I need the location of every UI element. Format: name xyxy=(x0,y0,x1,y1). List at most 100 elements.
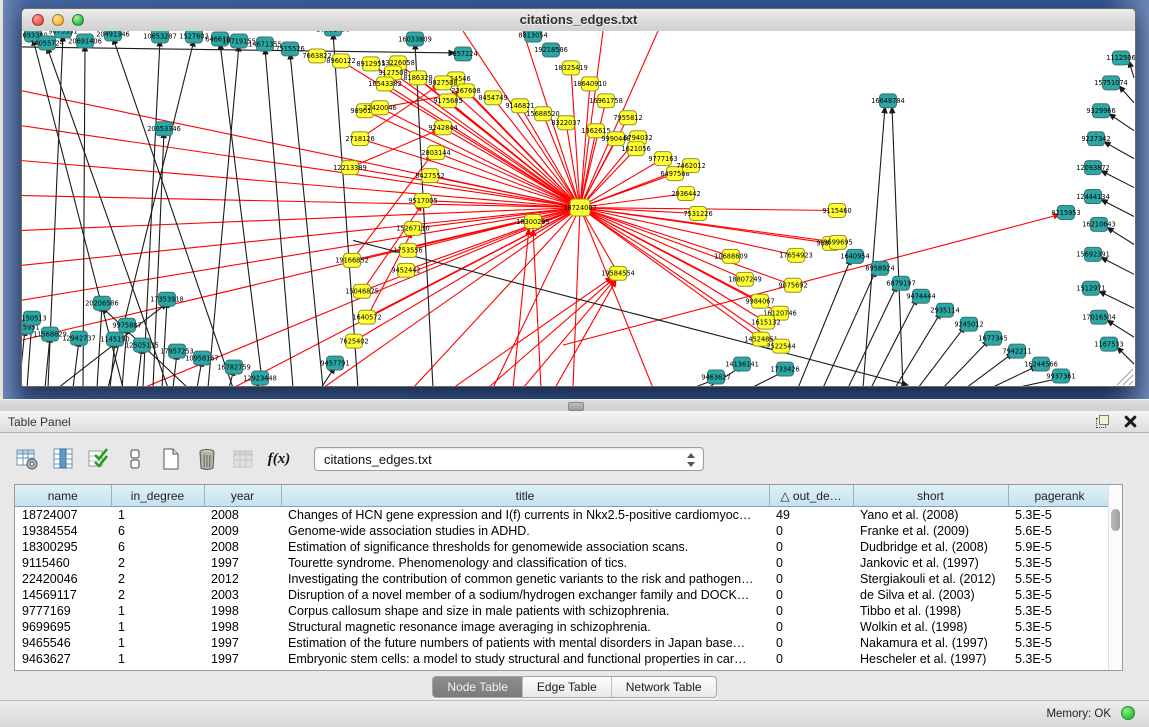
show-column-icon[interactable] xyxy=(50,445,76,473)
unselect-rows-icon[interactable] xyxy=(122,445,148,473)
column-header-in_degree[interactable]: in_degree xyxy=(111,485,204,507)
table-row[interactable]: 977716911998Corpus callosum shape and si… xyxy=(15,603,1111,619)
graph-edge[interactable] xyxy=(1104,142,1134,159)
graph-edge[interactable] xyxy=(991,366,1037,386)
graph-node[interactable]: 9115460 xyxy=(822,204,851,218)
table-row[interactable]: 1872400712008Changes of HCN gene express… xyxy=(15,507,1111,524)
graph-edge[interactable] xyxy=(533,229,541,386)
graph-edge[interactable] xyxy=(220,43,263,386)
graph-edge[interactable] xyxy=(563,214,1060,345)
function-builder-icon[interactable]: f(x) xyxy=(266,445,292,473)
graph-edge[interactable] xyxy=(453,277,612,386)
graph-node[interactable]: 12923448 xyxy=(243,371,277,385)
column-header-title[interactable]: title xyxy=(281,485,769,507)
graph-node[interactable]: 17654923 xyxy=(779,248,813,262)
column-header-short[interactable]: short xyxy=(853,485,1008,507)
graph-edge[interactable] xyxy=(1101,171,1134,188)
graph-node[interactable]: 2935114 xyxy=(930,303,959,317)
graph-node[interactable]: 9937361 xyxy=(1046,369,1075,383)
graph-node[interactable]: 6879197 xyxy=(886,276,915,290)
graph-node[interactable]: 19166852 xyxy=(335,253,369,267)
import-table-icon[interactable] xyxy=(230,445,256,473)
graph-node[interactable]: 8215953 xyxy=(1051,206,1080,220)
table-vertical-scrollbar[interactable] xyxy=(1108,485,1122,670)
table-mode-icon[interactable] xyxy=(14,445,40,473)
graph-edge[interactable] xyxy=(1101,200,1134,217)
graph-node[interactable]: 12942737 xyxy=(62,331,96,345)
network-canvas-container[interactable]: 1693380967553114055724206914062049134610… xyxy=(22,31,1135,386)
table-row[interactable]: 1830029562008Estimation of significance … xyxy=(15,539,1111,555)
graph-node[interactable]: 19584554 xyxy=(601,266,635,280)
graph-node[interactable]: 1512971 xyxy=(1076,281,1105,295)
graph-edge[interactable] xyxy=(871,298,917,386)
graph-node[interactable]: 2936442 xyxy=(671,187,700,201)
graph-edge[interactable] xyxy=(73,340,79,386)
graph-node[interactable]: 16782759 xyxy=(217,360,251,374)
graph-edge[interactable] xyxy=(385,84,580,208)
graph-node[interactable]: 2718126 xyxy=(345,132,374,146)
graph-edge[interactable] xyxy=(1129,61,1134,78)
graph-node[interactable]: 10653287 xyxy=(143,31,177,43)
graph-edge[interactable] xyxy=(571,68,580,208)
graph-node[interactable]: 8454749 xyxy=(478,91,507,105)
graph-edge[interactable] xyxy=(162,301,167,386)
graph-node[interactable]: 9457791 xyxy=(320,356,349,370)
graph-node[interactable]: 20931436 xyxy=(316,31,350,36)
close-panel-icon[interactable] xyxy=(1123,414,1137,428)
graph-node[interactable]: 18640910 xyxy=(573,77,607,91)
graph-node[interactable]: 1527602 xyxy=(179,31,208,43)
graph-edge[interactable] xyxy=(1117,347,1134,364)
graph-node[interactable]: 15751074 xyxy=(1094,76,1128,90)
table-row[interactable]: 2242004622012Investigating the contribut… xyxy=(15,571,1111,587)
table-row[interactable]: 1938455462009Genome-wide association stu… xyxy=(15,523,1111,539)
graph-node[interactable]: 7625402 xyxy=(339,334,368,348)
graph-edge[interactable] xyxy=(97,305,102,386)
table-row[interactable]: 1456911722003Disruption of a novel membe… xyxy=(15,587,1111,603)
graph-edge[interactable] xyxy=(573,208,580,386)
tab-node-table[interactable]: Node Table xyxy=(433,677,522,697)
window-titlebar[interactable]: citations_edges.txt xyxy=(22,9,1135,32)
new-file-icon[interactable] xyxy=(158,445,184,473)
graph-node[interactable]: 1112506 xyxy=(1106,51,1135,65)
graph-node[interactable]: 18325419 xyxy=(554,61,588,75)
graph-edge[interactable] xyxy=(918,326,965,386)
tab-edge-table[interactable]: Edge Table xyxy=(522,677,611,697)
scrollbar-thumb[interactable] xyxy=(1111,509,1120,531)
window-resize-grip-icon[interactable] xyxy=(1117,369,1133,385)
graph-edge[interactable] xyxy=(1107,320,1134,337)
graph-node[interactable]: 9474444 xyxy=(906,289,935,303)
graph-node[interactable]: 12505135 xyxy=(125,338,159,352)
table-row[interactable]: 946362711997Embryonic stem cells: a mode… xyxy=(15,651,1111,667)
column-header-name[interactable]: name xyxy=(15,485,111,507)
select-all-rows-icon[interactable] xyxy=(86,445,112,473)
graph-edge[interactable] xyxy=(488,278,614,386)
panel-splitter[interactable] xyxy=(0,399,1149,411)
graph-node[interactable]: 7857224 xyxy=(448,47,477,61)
graph-edge[interactable] xyxy=(1099,291,1134,308)
graph-node[interactable]: 1150513 xyxy=(22,311,47,325)
graph-edge[interactable] xyxy=(863,107,885,386)
graph-node[interactable]: 9777163 xyxy=(648,152,677,166)
graph-node[interactable]: 17353918 xyxy=(150,292,184,306)
graph-node[interactable]: 8813054 xyxy=(518,31,547,42)
column-header-pagerank[interactable]: pagerank xyxy=(1008,485,1111,507)
graph-node[interactable]: 16244566 xyxy=(1024,357,1058,371)
graph-edge[interactable] xyxy=(580,149,636,208)
graph-edge[interactable] xyxy=(22,329,25,386)
column-header-year[interactable]: year xyxy=(204,485,281,507)
graph-node[interactable]: 9975887 xyxy=(112,318,141,332)
graph-edge[interactable] xyxy=(513,228,529,386)
table-selector-dropdown[interactable]: citations_edges.txt xyxy=(314,447,704,471)
delete-trash-icon[interactable] xyxy=(194,445,220,473)
column-header-out_de[interactable]: △ out_de… xyxy=(769,485,853,507)
graph-edge[interactable] xyxy=(137,347,142,386)
graph-edge[interactable] xyxy=(1107,227,1134,244)
graph-node[interactable]: 9245012 xyxy=(954,317,983,331)
graph-node[interactable]: 8958924 xyxy=(865,261,894,275)
graph-node[interactable]: 7942211 xyxy=(1002,344,1031,358)
graph-edge[interactable] xyxy=(413,208,580,386)
graph-edge[interactable] xyxy=(1109,114,1134,131)
graph-node[interactable]: 9075692 xyxy=(778,278,807,292)
graph-edge[interactable] xyxy=(208,45,239,386)
graph-node[interactable]: 1733426 xyxy=(770,362,799,376)
